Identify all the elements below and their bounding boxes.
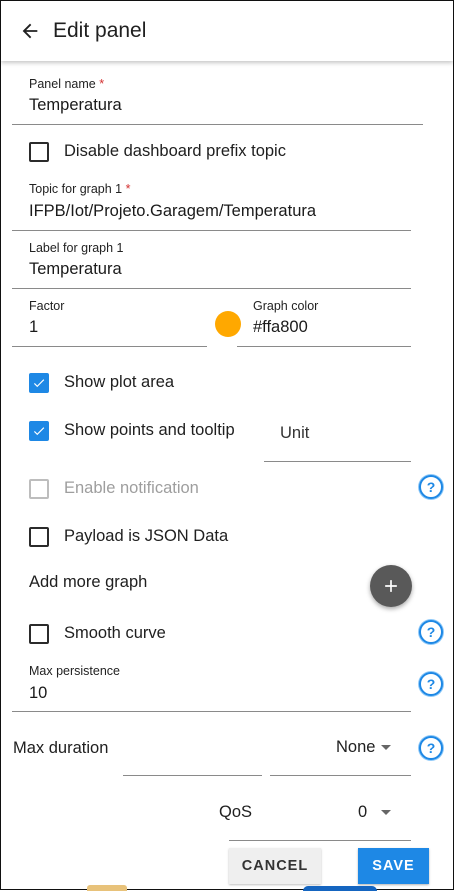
help-icon-notification[interactable]: ? [419, 475, 443, 499]
color-swatch[interactable] [215, 311, 241, 337]
help-icon-glyph: ? [426, 676, 436, 692]
disable-prefix-label: Disable dashboard prefix topic [64, 142, 286, 160]
graph-color-underline [237, 346, 411, 347]
chevron-down-icon [381, 745, 391, 750]
label-graph1-underline [12, 288, 411, 289]
max-duration-select[interactable]: None [336, 738, 375, 757]
app-bar: Edit panel [1, 1, 453, 61]
payload-json-checkbox[interactable] [29, 527, 49, 547]
add-more-graph-label: Add more graph [29, 573, 148, 591]
show-points-checkbox[interactable] [29, 421, 49, 441]
qos-underline [229, 840, 411, 841]
help-icon-smooth[interactable]: ? [419, 620, 443, 644]
max-persistence-label: Max persistence [29, 664, 121, 678]
show-plot-area-checkbox[interactable] [29, 373, 49, 393]
show-plot-area-label: Show plot area [64, 373, 175, 391]
check-icon [33, 427, 45, 436]
required-mark: * [125, 182, 131, 196]
panel-name-label: Panel name * [29, 77, 104, 91]
topic-graph1-label: Topic for graph 1 * [29, 182, 130, 196]
help-icon-persistence[interactable]: ? [419, 672, 443, 696]
graph-color-input[interactable]: #ffa800 [253, 318, 308, 337]
max-persistence-input[interactable]: 10 [29, 684, 47, 703]
save-button[interactable]: SAVE [358, 848, 429, 884]
topic-graph1-underline [12, 230, 411, 231]
max-duration-label: Max duration [13, 739, 109, 757]
max-duration-underline [270, 775, 411, 776]
help-icon-glyph: ? [426, 624, 436, 640]
bottom-pill [303, 886, 377, 891]
help-icon-glyph: ? [426, 479, 436, 495]
arrow-left-icon[interactable] [19, 20, 41, 42]
max-persistence-underline [12, 711, 411, 712]
enable-notification-label: Enable notification [64, 479, 199, 497]
label-graph1-input[interactable]: Temperatura [29, 260, 122, 279]
check-icon [33, 379, 45, 388]
cancel-button[interactable]: CANCEL [229, 848, 321, 884]
factor-underline [12, 346, 207, 347]
topic-graph1-input[interactable]: IFPB/Iot/Projeto.Garagem/Temperatura [29, 202, 316, 221]
show-points-label: Show points and tooltip [64, 421, 235, 439]
unit-underline [264, 461, 411, 462]
help-icon-glyph: ? [426, 740, 436, 756]
max-duration-left-underline [123, 775, 262, 776]
add-graph-button[interactable] [370, 565, 412, 607]
chevron-down-icon [381, 810, 391, 815]
graph-color-label: Graph color [253, 299, 319, 313]
enable-notification-checkbox [29, 479, 49, 499]
smooth-curve-checkbox[interactable] [29, 624, 49, 644]
help-icon-duration[interactable]: ? [419, 736, 443, 760]
app-icon [87, 885, 127, 891]
topic-graph1-label-text: Topic for graph 1 [29, 182, 123, 196]
factor-input[interactable]: 1 [29, 318, 38, 337]
page-title: Edit panel [53, 19, 147, 42]
payload-json-label: Payload is JSON Data [64, 527, 229, 545]
smooth-curve-label: Smooth curve [64, 624, 166, 642]
label-graph1-label: Label for graph 1 [29, 241, 124, 255]
plus-icon [385, 580, 397, 592]
unit-input[interactable]: Unit [280, 424, 309, 443]
required-mark: * [99, 77, 105, 91]
panel-name-label-text: Panel name [29, 77, 96, 91]
qos-select[interactable]: 0 [358, 803, 367, 822]
panel-name-underline [12, 124, 423, 125]
factor-label: Factor [29, 299, 65, 313]
qos-label: QoS [219, 803, 253, 821]
panel-name-input[interactable]: Temperatura [29, 96, 122, 115]
disable-prefix-checkbox[interactable] [29, 142, 49, 162]
